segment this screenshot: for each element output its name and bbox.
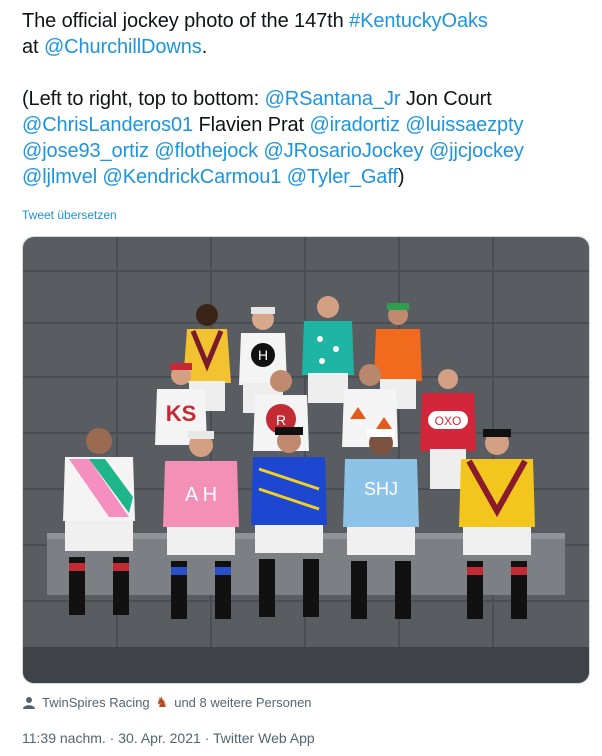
plain-name: Jon Court — [400, 88, 492, 110]
tagged-suffix[interactable]: und 8 weitere Personen — [174, 695, 311, 710]
mention-link[interactable]: @jose93_ortiz — [22, 140, 149, 162]
tweet-text-segment: at — [22, 36, 44, 58]
tweet-text-segment: . — [201, 36, 208, 58]
tweet-line-5: @ChrisLanderos01 Flavien Prat @iradortiz… — [22, 112, 592, 138]
meta-separator: · — [105, 730, 119, 746]
tweet-text-segment: The official jockey photo of the 147th — [22, 10, 350, 32]
mention-link[interactable]: @KendrickCarmou1 — [103, 166, 282, 188]
mention-link[interactable]: @ljlmvel — [22, 166, 97, 188]
svg-text:H: H — [258, 347, 268, 363]
mention-link[interactable]: @JRosarioJockey — [264, 140, 424, 162]
tweet-line-6: @jose93_ortiz @flothejock @JRosarioJocke… — [22, 138, 592, 164]
mention-link[interactable]: @ChrisLanderos01 — [22, 114, 193, 136]
tweet-text: The official jockey photo of the 147th #… — [22, 8, 592, 190]
tweet-date[interactable]: 30. Apr. 2021 — [118, 730, 201, 746]
translate-tweet-link[interactable]: Tweet übersetzen — [22, 208, 117, 222]
hashtag-link[interactable]: #KentuckyOaks — [349, 10, 488, 32]
tweet-line-2: at @ChurchillDowns. — [22, 34, 592, 60]
person-icon — [22, 696, 36, 710]
tweet-text-segment: (Left to right, top to bottom: — [22, 88, 265, 110]
svg-text:SHJ: SHJ — [364, 479, 398, 499]
mention-link[interactable]: @Tyler_Gaff — [287, 166, 398, 188]
svg-text:A H: A H — [185, 484, 217, 506]
svg-text:R: R — [276, 412, 286, 428]
mention-link[interactable]: @luissaezpty — [405, 114, 523, 136]
mention-link[interactable]: @iradortiz — [309, 114, 400, 136]
mention-link[interactable]: @RSantana_Jr — [265, 88, 401, 110]
mention-link[interactable]: @flothejock — [154, 140, 258, 162]
meta-separator: · — [200, 730, 213, 746]
tweet-line-1: The official jockey photo of the 147th #… — [22, 8, 592, 34]
tweet-line-7: @ljlmvel @KendrickCarmou1 @Tyler_Gaff) — [22, 164, 592, 190]
mention-link[interactable]: @jjcjockey — [429, 140, 524, 162]
tweet-line-4: (Left to right, top to bottom: @RSantana… — [22, 86, 592, 112]
svg-text:OXO: OXO — [435, 414, 462, 428]
mention-link-churchilldowns[interactable]: @ChurchillDowns — [44, 36, 202, 58]
tweet-time[interactable]: 11:39 nachm. — [22, 730, 106, 746]
tweet-source[interactable]: Twitter Web App — [213, 730, 315, 746]
svg-text:KS: KS — [166, 401, 197, 426]
tagged-account[interactable]: TwinSpires Racing — [42, 695, 150, 710]
horse-icon: ♞ — [155, 694, 169, 710]
tweet-meta: 11:39 nachm. · 30. Apr. 2021 · Twitter W… — [22, 730, 315, 746]
jockey-photo: H KS R OXO A H SHJ — [23, 237, 589, 683]
tweet-text-segment: ) — [397, 166, 405, 188]
tweet-photo[interactable]: H KS R OXO A H SHJ — [22, 236, 590, 684]
plain-name: Flavien Prat — [193, 114, 310, 136]
tagged-people[interactable]: TwinSpires Racing ♞ und 8 weitere Person… — [22, 694, 312, 711]
